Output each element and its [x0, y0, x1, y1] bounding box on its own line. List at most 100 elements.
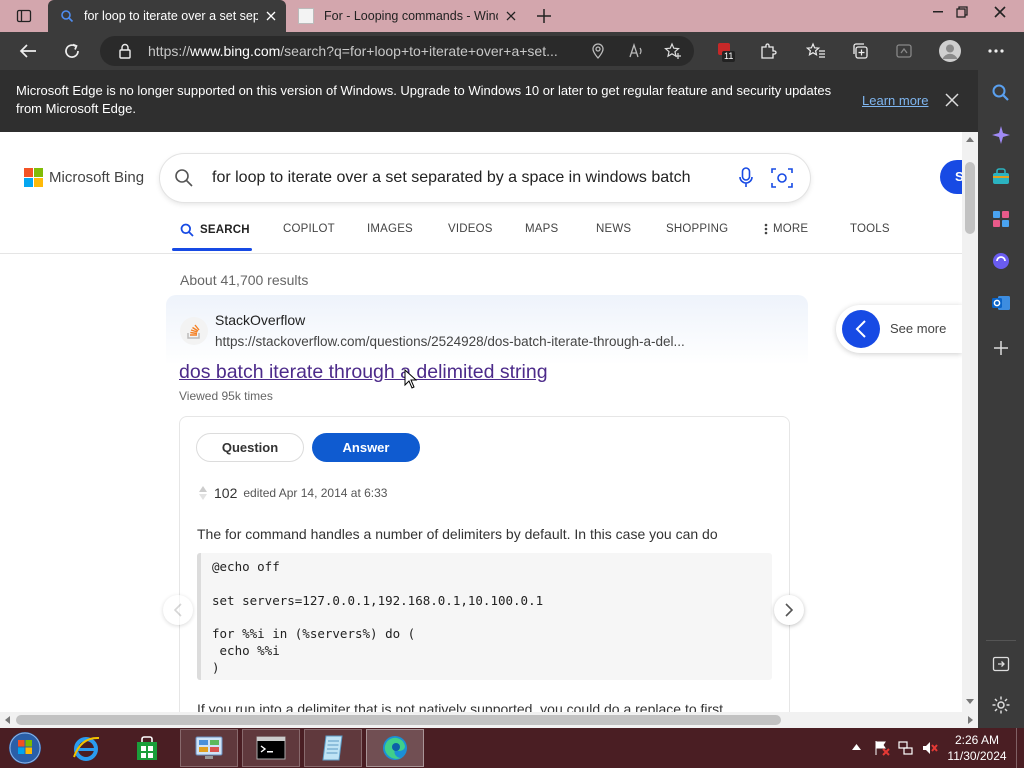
- code-line: set servers=127.0.0.1,192.168.0.1,10.100…: [212, 593, 544, 608]
- tab-more[interactable]: MORE: [764, 223, 808, 235]
- url-path: /search?q=for+loop+to+iterate+over+a+set…: [280, 43, 558, 59]
- scrollbar-thumb[interactable]: [965, 162, 975, 234]
- show-desktop-button[interactable]: [1016, 728, 1024, 768]
- internet-explorer-icon[interactable]: [57, 729, 115, 767]
- tab-actions-icon[interactable]: [12, 4, 36, 28]
- add-favorite-icon[interactable]: [664, 42, 682, 60]
- command-prompt-icon[interactable]: [242, 729, 300, 767]
- search-input[interactable]: for loop to iterate over a set separated…: [212, 154, 691, 202]
- sign-in-button[interactable]: S: [940, 160, 962, 194]
- scroll-down-icon[interactable]: [966, 699, 974, 704]
- add-sidebar-app-icon[interactable]: [989, 336, 1013, 360]
- tab-copilot[interactable]: COPILOT: [283, 223, 335, 235]
- back-icon[interactable]: [16, 39, 40, 63]
- bing-logo[interactable]: Microsoft Bing: [24, 168, 144, 187]
- search-box[interactable]: for loop to iterate over a set separated…: [160, 154, 810, 202]
- tab-label: SEARCH: [200, 224, 250, 236]
- learn-more-link[interactable]: Learn more: [862, 93, 928, 108]
- see-more-label: See more: [890, 321, 947, 336]
- tab-label: For - Looping commands - Windows CMD: [324, 9, 498, 23]
- browser-essentials-icon[interactable]: [892, 39, 916, 63]
- tab-looping-commands[interactable]: For - Looping commands - Windows CMD: [290, 0, 526, 32]
- tab-question[interactable]: Question: [196, 433, 304, 462]
- more-menu-icon[interactable]: [984, 39, 1008, 63]
- location-icon[interactable]: [590, 43, 606, 59]
- carousel-prev-button[interactable]: [163, 595, 193, 625]
- scrollbar-thumb[interactable]: [16, 715, 781, 725]
- tab-shopping[interactable]: SHOPPING: [666, 223, 728, 235]
- close-tab-icon[interactable]: [506, 11, 516, 21]
- chevron-right-icon: [785, 603, 793, 617]
- network-icon[interactable]: [898, 740, 914, 756]
- scroll-left-icon[interactable]: [5, 716, 10, 724]
- start-button[interactable]: [6, 730, 44, 766]
- show-hidden-icons-icon[interactable]: [852, 744, 861, 750]
- read-aloud-icon[interactable]: [628, 43, 644, 59]
- extension-icon[interactable]: 11: [714, 39, 738, 63]
- see-more-button[interactable]: See more: [836, 305, 962, 353]
- copilot-sparkle-icon[interactable]: [989, 123, 1013, 147]
- result-url[interactable]: https://stackoverflow.com/questions/2524…: [215, 334, 720, 349]
- address-url[interactable]: https://www.bing.com/search?q=for+loop+t…: [148, 36, 578, 66]
- hide-sidebar-icon[interactable]: [989, 652, 1013, 676]
- mouse-cursor-icon: [404, 369, 418, 389]
- store-icon[interactable]: [118, 729, 176, 767]
- microsoft-logo-icon: [24, 168, 43, 187]
- tab-search[interactable]: SEARCH: [180, 223, 250, 237]
- code-line: ): [212, 660, 220, 675]
- sidebar-settings-icon[interactable]: [989, 693, 1013, 717]
- carousel-next-button[interactable]: [774, 595, 804, 625]
- scroll-right-icon[interactable]: [968, 716, 973, 724]
- tab-label: Answer: [342, 440, 390, 455]
- scroll-up-icon[interactable]: [966, 137, 974, 142]
- lock-icon[interactable]: [118, 43, 132, 59]
- tab-label: for loop to iterate over a set separated…: [84, 9, 258, 23]
- notepad-icon[interactable]: [304, 729, 362, 767]
- close-window-icon[interactable]: [980, 0, 1020, 24]
- tab-images[interactable]: IMAGES: [367, 223, 413, 235]
- answer-panel: Question Answer 102 edited Apr 14, 2014 …: [179, 416, 790, 712]
- search-icon[interactable]: [174, 168, 194, 188]
- infobar-message: Microsoft Edge is no longer supported on…: [16, 83, 832, 116]
- profile-avatar-icon[interactable]: [938, 39, 962, 63]
- tab-answer[interactable]: Answer: [312, 433, 420, 462]
- refresh-icon[interactable]: [60, 39, 84, 63]
- volume-muted-icon[interactable]: [922, 740, 938, 756]
- system-clock[interactable]: 2:26 AM 11/30/2024: [946, 732, 1008, 764]
- action-center-flag-icon[interactable]: [874, 740, 890, 756]
- web-page: Microsoft Bing for loop to iterate over …: [0, 132, 962, 712]
- answer-text: The for command handles a number of deli…: [197, 526, 718, 542]
- edge-taskbar-icon[interactable]: [366, 729, 424, 767]
- collections-icon[interactable]: [848, 39, 872, 63]
- vote-arrows-icon: [199, 486, 207, 500]
- restore-icon[interactable]: [946, 0, 978, 24]
- visual-search-icon[interactable]: [771, 167, 793, 189]
- bing-favicon-icon: [61, 10, 74, 23]
- outlook-icon[interactable]: [989, 291, 1013, 315]
- tab-tools[interactable]: TOOLS: [850, 223, 890, 235]
- result-title-link[interactable]: dos batch iterate through a delimited st…: [179, 361, 548, 384]
- edited-date: edited Apr 14, 2014 at 6:33: [243, 486, 388, 500]
- address-bar[interactable]: https://www.bing.com/search?q=for+loop+t…: [100, 36, 694, 66]
- tab-news[interactable]: NEWS: [596, 223, 631, 235]
- tab-videos[interactable]: VIDEOS: [448, 223, 493, 235]
- new-tab-icon[interactable]: [532, 4, 556, 28]
- shopping-icon[interactable]: [989, 165, 1013, 189]
- search-icon[interactable]: [989, 81, 1013, 105]
- close-infobar-icon[interactable]: [945, 93, 959, 107]
- answer-text-continued: If you run into a delimiter that is not …: [197, 701, 724, 712]
- tab-bing-search[interactable]: for loop to iterate over a set separated…: [48, 0, 286, 32]
- extensions-puzzle-icon[interactable]: [756, 39, 780, 63]
- tab-maps[interactable]: MAPS: [525, 223, 558, 235]
- control-panel-icon[interactable]: [180, 729, 238, 767]
- tab-label: MORE: [773, 223, 809, 235]
- close-tab-icon[interactable]: [266, 11, 276, 21]
- favorites-icon[interactable]: [804, 39, 828, 63]
- horizontal-scrollbar[interactable]: [0, 712, 978, 728]
- result-card: StackOverflow https://stackoverflow.com/…: [166, 295, 808, 712]
- tools-icon[interactable]: [989, 207, 1013, 231]
- microphone-icon[interactable]: [739, 167, 753, 189]
- games-icon[interactable]: [989, 249, 1013, 273]
- vertical-scrollbar[interactable]: [962, 132, 978, 712]
- chevron-left-icon: [174, 603, 182, 617]
